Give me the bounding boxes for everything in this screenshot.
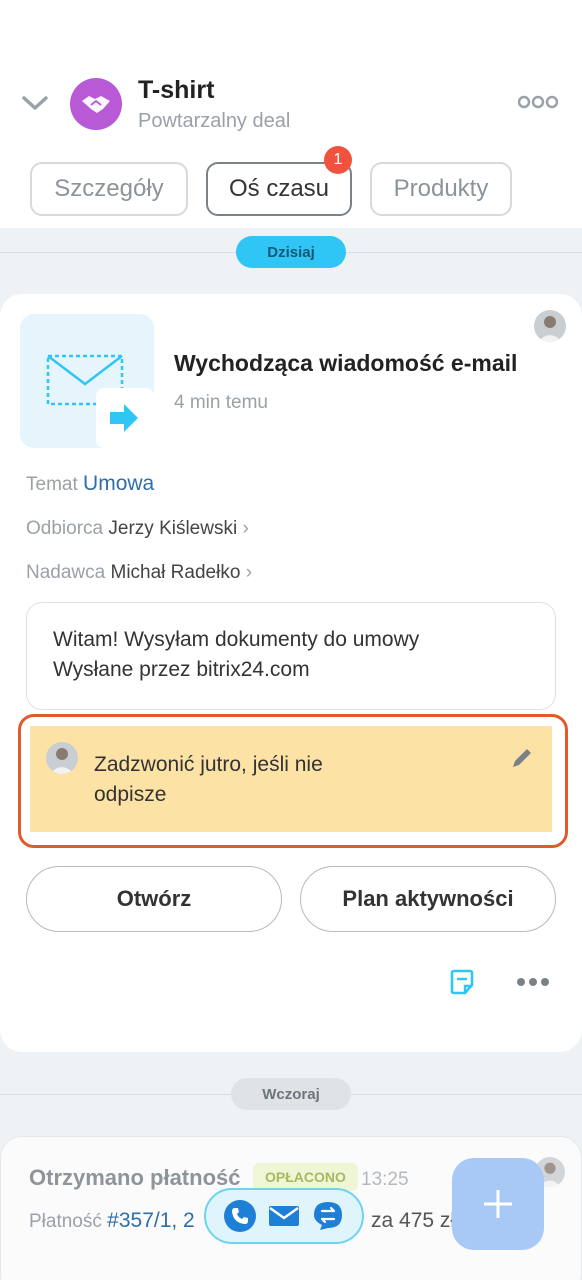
email-outgoing-icon <box>20 314 154 448</box>
date-label-today: Dzisiaj <box>236 236 346 268</box>
tab-products[interactable]: Produkty <box>370 162 512 216</box>
communication-bar <box>204 1188 364 1244</box>
date-label-yesterday: Wczoraj <box>231 1078 351 1110</box>
more-dots-icon[interactable] <box>518 92 558 112</box>
recipient-label: Odbiorca <box>26 518 104 539</box>
activity-time: 4 min temu <box>174 392 268 413</box>
sender-label: Nadawca <box>26 562 106 583</box>
status-badge: OPŁACONO <box>253 1163 358 1191</box>
mail-icon[interactable] <box>268 1200 300 1232</box>
payment-line: Płatność #357/1, 2 <box>29 1209 195 1233</box>
payment-amount: za 475 zł <box>371 1209 456 1232</box>
more-dots-icon[interactable] <box>516 974 550 990</box>
payment-label: Płatność <box>29 1211 102 1232</box>
deal-title: T-shirt <box>138 76 215 104</box>
avatar <box>46 742 78 774</box>
recipient-name[interactable]: Jerzy Kiślewski <box>108 518 237 539</box>
payment-title: Otrzymano płatność <box>29 1165 241 1190</box>
open-button[interactable]: Otwórz <box>26 866 282 932</box>
sender-name[interactable]: Michał Radełko <box>111 562 241 583</box>
note-block[interactable]: Zadzwonić jutro, jeśli nie odpisze <box>30 726 552 832</box>
plan-activity-button[interactable]: Plan aktywności <box>300 866 556 932</box>
message-signature: Wysłane przez bitrix24.com <box>53 658 310 681</box>
recipient-row[interactable]: Odbiorca Jerzy Kiślewski › <box>26 518 249 540</box>
message-preview[interactable]: Witam! Wysyłam dokumenty do umowy Wysłan… <box>26 602 556 710</box>
subject-link[interactable]: Umowa <box>83 472 154 495</box>
payment-link[interactable]: #357/1, 2 <box>107 1209 195 1232</box>
pencil-icon[interactable] <box>510 746 534 770</box>
note-text: Zadzwonić jutro, jeśli nie odpisze <box>94 753 323 806</box>
activity-title[interactable]: Wychodząca wiadomość e-mail <box>174 350 517 377</box>
payment-time: 13:25 <box>361 1169 409 1190</box>
avatar[interactable] <box>534 310 566 342</box>
deal-header: T-shirt Powtarzalny deal Szczegóły Oś cz… <box>0 0 582 228</box>
plus-icon <box>484 1190 512 1218</box>
subject-row: Temat Umowa <box>26 472 154 496</box>
handshake-icon <box>70 78 122 130</box>
chevron-down-icon[interactable] <box>20 88 50 118</box>
chevron-right-icon: › <box>245 562 253 583</box>
chat-icon[interactable] <box>312 1200 344 1232</box>
chevron-right-icon: › <box>242 518 249 539</box>
sender-row[interactable]: Nadawca Michał Radełko › <box>26 562 252 584</box>
tab-details[interactable]: Szczegóły <box>30 162 188 216</box>
add-button[interactable] <box>452 1158 544 1250</box>
phone-icon[interactable] <box>224 1200 256 1232</box>
note-icon[interactable] <box>448 968 476 996</box>
activity-card: Wychodząca wiadomość e-mail 4 min temu T… <box>0 294 582 1052</box>
message-body: Witam! Wysyłam dokumenty do umowy <box>53 628 420 651</box>
deal-subtitle: Powtarzalny deal <box>138 110 291 132</box>
subject-label: Temat <box>26 474 78 495</box>
notification-badge: 1 <box>324 146 352 174</box>
